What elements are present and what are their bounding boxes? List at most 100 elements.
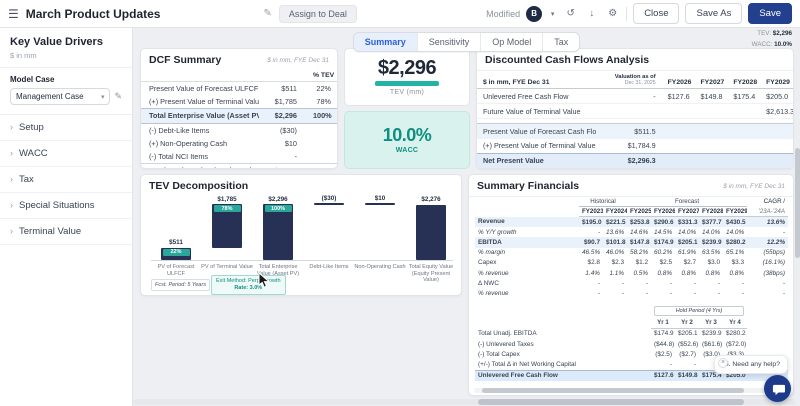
summary-financials-body: Historical Forecast CAGR / FY2023 FY2024 FY20… xyxy=(469,197,793,381)
hold-year-header: Yr 2 xyxy=(675,317,699,329)
settings-icon[interactable]: ⚙ xyxy=(605,6,620,21)
tab-summary[interactable]: Summary xyxy=(353,33,417,51)
row-value: ($44.8) xyxy=(654,340,675,348)
row-value: 0.5% xyxy=(633,269,649,277)
year-column-header: FY2024 xyxy=(603,206,628,217)
tab-op-model[interactable]: Op Model xyxy=(480,33,542,51)
waterfall-bar-debt-like-items xyxy=(314,203,344,205)
dcf-summary-row: (+) Non-Operating Cash $10 xyxy=(141,137,337,150)
row-value: $221.5 xyxy=(606,218,626,226)
year-column-header: FY2029 xyxy=(723,206,748,217)
financials-row-capex: Capex $2.8 $2.3 $1.2 $2.5 $2.7 $3.0 $3.3 (16.1%) xyxy=(475,258,788,268)
dcf-analysis-row: Future Value of Terminal Value $2,613.3 xyxy=(477,104,793,119)
sidebar-item-label: Setup xyxy=(19,122,44,133)
sidebar-item-label: WACC xyxy=(19,148,48,159)
row-value: $3.0 xyxy=(707,259,721,267)
tev-decomposition-title: TEV Decomposition xyxy=(149,180,249,192)
main-area: Summary Sensitivity Op Model Tax TEV: $2,29… xyxy=(133,28,800,406)
bar-axis-label: Total Equity Value (Equity Present Value… xyxy=(408,264,454,284)
financials-row-margin: % margin 46.5% 46.0% 58.2% 60.2% 61.9% 63.5% 65… xyxy=(475,248,788,258)
row-value: $290.6 xyxy=(654,218,674,226)
row-cagr: (16.1%) xyxy=(762,259,786,267)
waterfall-bar-pv-of-forecast-ulfcf: 22% xyxy=(161,247,191,260)
row-value: - xyxy=(621,289,625,297)
row-label: (-) Unlevered Taxes xyxy=(478,340,534,348)
row-value: $2,296.3 xyxy=(627,156,656,166)
column-spacer xyxy=(141,71,259,82)
row-value: - xyxy=(669,361,672,369)
tab-tax[interactable]: Tax xyxy=(542,33,579,51)
tab-sensitivity[interactable]: Sensitivity xyxy=(416,33,481,51)
download-icon[interactable]: ↓ xyxy=(584,6,599,21)
row-value: $511.5 xyxy=(634,126,656,136)
bar-value-label: $10 xyxy=(374,194,386,202)
hold-period-row-unlevered-taxes: (-) Unlevered Taxes ($44.8) ($52.6) ($61.6)… xyxy=(475,339,788,349)
row-value: - xyxy=(597,289,600,297)
mouse-cursor xyxy=(258,272,270,288)
edit-title-icon[interactable]: ✎ xyxy=(263,8,271,19)
sidebar-item-special-situations[interactable]: › Special Situations xyxy=(0,193,132,219)
hold-period-row-total-unadj-ebitda: Total Unadj. EBITDA $174.9 $205.1 $239.9 $28… xyxy=(475,328,788,339)
row-value: 60.2% xyxy=(654,249,673,257)
row-value xyxy=(727,104,760,119)
dcf-analysis-table: $ in mm, FYE Dec 31 Valuation as of Dec 31… xyxy=(477,73,793,168)
sidebar-item-terminal-value[interactable]: › Terminal Value xyxy=(0,219,132,245)
dcf-analysis-pv-row: (+) Present Value of Terminal Value $1,78… xyxy=(477,139,793,154)
sidebar-item-tax[interactable]: › Tax xyxy=(0,167,132,193)
year-column-header: FY2023 xyxy=(579,206,603,217)
menu-icon[interactable]: ☰ xyxy=(8,7,19,21)
sidebar-item-wacc[interactable]: › WACC xyxy=(0,141,132,167)
row-value: $101.8 xyxy=(606,238,626,246)
close-button[interactable]: Close xyxy=(633,3,680,24)
summary-financials-table: Historical Forecast CAGR / FY2023 FY2024 FY20… xyxy=(475,197,789,299)
main-horizontal-scrollbar[interactable] xyxy=(133,399,800,405)
dcf-summary-units: $ in mm, FYE Dec 31 xyxy=(267,56,329,64)
hold-year-header: Yr 1 xyxy=(651,317,675,329)
tev-metric-value: $2,296 xyxy=(377,57,437,79)
column-spacer xyxy=(747,305,788,318)
edit-case-icon[interactable]: ✎ xyxy=(114,91,122,102)
sidebar-item-setup[interactable]: › Setup xyxy=(0,115,132,141)
financials-horizontal-scrollbar[interactable] xyxy=(474,388,788,393)
row-value: $1.2 xyxy=(635,259,649,267)
save-button[interactable]: Save xyxy=(748,3,792,24)
chevron-down-icon[interactable]: ▾ xyxy=(548,6,557,21)
row-value: - xyxy=(741,289,745,297)
scrollbar-thumb[interactable] xyxy=(795,148,800,258)
model-case-select[interactable]: Management Case ▾ xyxy=(10,88,111,105)
dcf-summary-row: (-) Total NCI Items - xyxy=(141,150,337,164)
row-value: $239.9 xyxy=(702,330,722,338)
column-spacer xyxy=(475,318,651,329)
row-value: $10 xyxy=(284,138,297,148)
column-spacer xyxy=(747,318,788,329)
assign-to-deal-button[interactable]: Assign to Deal xyxy=(278,4,357,23)
dcf-summary-row: Present Value of Forecast ULFCF $511 22% xyxy=(141,82,337,96)
chevron-right-icon: › xyxy=(10,148,13,158)
avatar[interactable]: B xyxy=(526,5,543,22)
row-label: Revenue xyxy=(478,218,505,226)
row-value: 46.0% xyxy=(606,249,625,257)
row-valuation xyxy=(596,104,662,119)
row-value: ($52.6) xyxy=(678,340,699,348)
year-column-header: FY2027 xyxy=(675,206,700,217)
row-value: 0.8% xyxy=(681,269,697,277)
model-case-label: Model Case xyxy=(10,75,55,84)
scrollbar-thumb[interactable] xyxy=(482,388,744,393)
row-label: Future Value of Terminal Value xyxy=(483,106,581,116)
row-cagr: 13.6% xyxy=(766,218,786,226)
window-vertical-scrollbar[interactable] xyxy=(795,28,800,406)
save-as-button[interactable]: Save As xyxy=(685,3,743,24)
chat-tooltip-text: Hi. Need any help? xyxy=(722,361,780,368)
scrollbar-thumb[interactable] xyxy=(478,399,744,405)
tev-decomposition-panel: TEV Decomposition 22% $511 PV of Forecast … xyxy=(140,174,462,296)
chat-tooltip-dismiss-button[interactable]: × xyxy=(718,358,728,368)
row-label: % revenue xyxy=(478,289,509,297)
history-icon[interactable]: ↺ xyxy=(563,6,578,21)
hold-period-year-row: Yr 1 Yr 2 Yr 3 Yr 4 xyxy=(475,317,788,329)
chat-launcher-button[interactable] xyxy=(764,375,791,402)
tev-metric-label: TEV (mm) xyxy=(389,89,425,96)
dcf-summary-header-row: % TEV xyxy=(141,71,337,82)
bar-axis-label: PV of Forecast ULFCF xyxy=(157,264,195,277)
row-value: $205.0 xyxy=(766,91,789,101)
header-divider xyxy=(626,6,628,21)
